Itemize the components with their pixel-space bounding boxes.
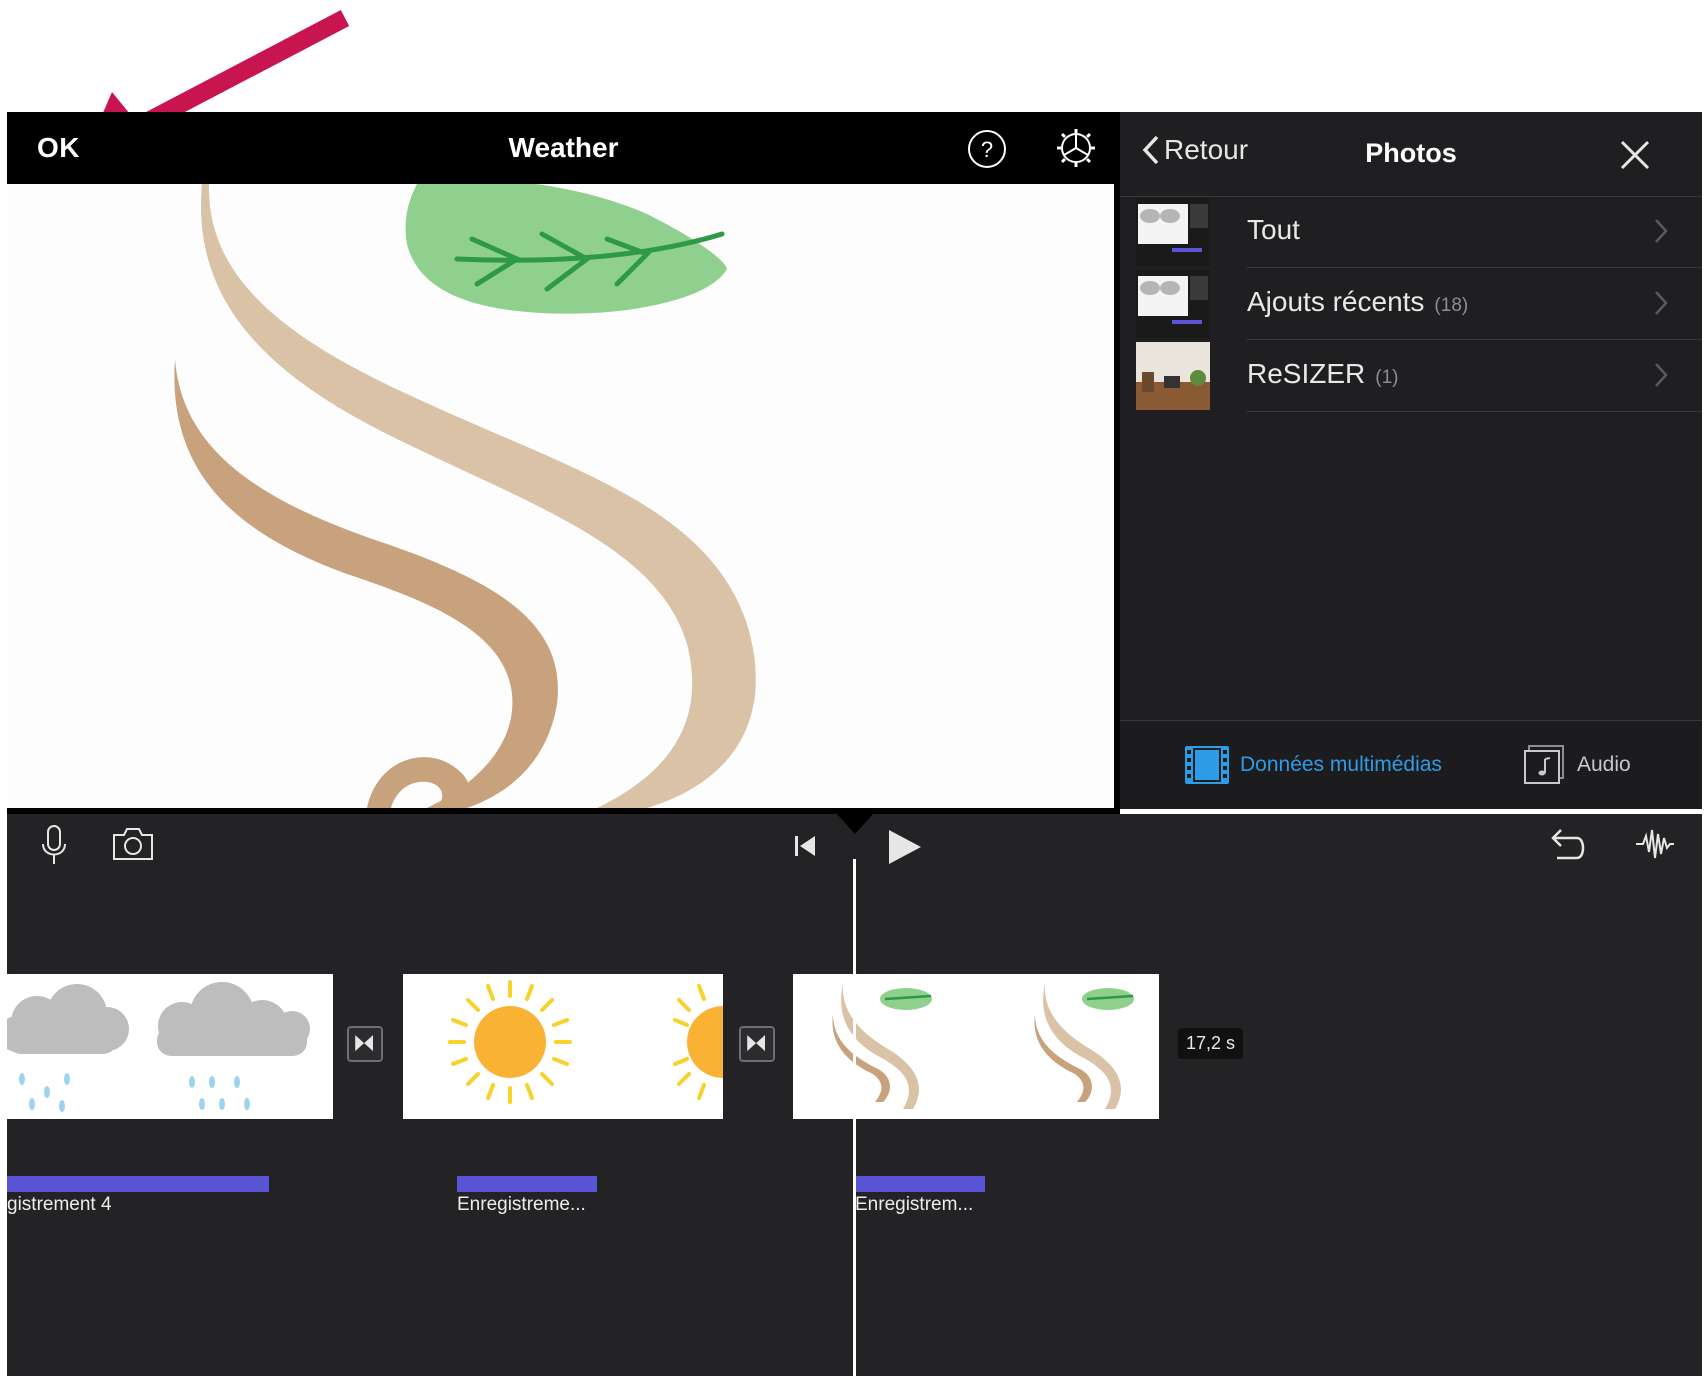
- video-clip-rain[interactable]: [7, 974, 333, 1119]
- album-thumbnail: [1136, 342, 1210, 410]
- project-title: Weather: [508, 132, 619, 163]
- media-browser-panel: Retour Photos Tout Ajouts récents (18) Re…: [1120, 112, 1702, 809]
- playhead[interactable]: [853, 859, 856, 1376]
- album-name: Tout: [1247, 214, 1300, 245]
- microphone-icon[interactable]: [39, 824, 69, 866]
- settings-gear-icon[interactable]: [1055, 127, 1097, 169]
- chevron-right-icon: [1655, 363, 1668, 387]
- album-count: (18): [1434, 295, 1469, 316]
- album-row-tout[interactable]: Tout: [1136, 196, 1702, 268]
- browser-tab-bar: Données multimédias Audio: [1120, 720, 1702, 809]
- album-thumbnail: [1136, 270, 1210, 338]
- album-thumbnail: [1136, 198, 1210, 266]
- transition-icon[interactable]: [739, 1026, 775, 1062]
- timeline: 17,2 s gistrement 4 Enregistreme... Enre…: [7, 814, 1702, 1376]
- album-name: ReSIZER: [1247, 358, 1366, 389]
- album-row-resizer[interactable]: ReSIZER (1): [1136, 340, 1702, 412]
- audio-clip-label: gistrement 4: [7, 1194, 112, 1215]
- browser-header: Retour Photos: [1120, 112, 1702, 197]
- film-strip-icon: [1185, 746, 1229, 784]
- audio-clip-label: Enregistreme...: [457, 1194, 586, 1215]
- album-row-recent[interactable]: Ajouts récents (18): [1136, 268, 1702, 340]
- wind-leaf-illustration: [174, 184, 756, 808]
- close-icon[interactable]: [1618, 138, 1652, 172]
- svg-text:?: ?: [981, 137, 993, 162]
- camera-icon[interactable]: [111, 826, 155, 862]
- audio-clip[interactable]: [7, 1176, 269, 1192]
- audio-clip[interactable]: [855, 1176, 985, 1192]
- chevron-right-icon: [1655, 219, 1668, 243]
- browser-title: Photos: [1365, 138, 1457, 168]
- skip-to-start-icon[interactable]: [793, 834, 817, 858]
- video-preview: [7, 184, 1114, 808]
- video-clip-sun[interactable]: [403, 974, 723, 1119]
- tab-audio[interactable]: Audio: [1523, 745, 1631, 785]
- chevron-right-icon: [1655, 291, 1668, 315]
- help-icon[interactable]: ?: [967, 129, 1007, 169]
- album-name: Ajouts récents: [1247, 286, 1425, 317]
- play-icon[interactable]: [887, 828, 923, 866]
- video-clip-wind[interactable]: [793, 974, 1159, 1119]
- undo-icon[interactable]: [1547, 824, 1587, 864]
- audio-clip[interactable]: [457, 1176, 597, 1192]
- duration-badge: 17,2 s: [1178, 1028, 1244, 1059]
- preview-header: OK Weather ?: [7, 112, 1120, 184]
- tab-media[interactable]: Données multimédias: [1184, 745, 1442, 785]
- audio-clip-label: Enregistrem...: [855, 1194, 974, 1215]
- transition-icon[interactable]: [347, 1026, 383, 1062]
- audio-waveform-icon[interactable]: [1635, 826, 1675, 862]
- tab-media-label: Données multimédias: [1240, 753, 1442, 776]
- album-count: (1): [1375, 367, 1399, 388]
- tab-audio-label: Audio: [1577, 753, 1631, 776]
- playhead-notch: [837, 814, 873, 834]
- music-note-icon: [1524, 745, 1564, 784]
